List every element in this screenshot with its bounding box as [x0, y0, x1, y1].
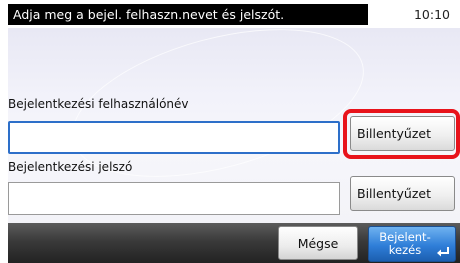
username-field[interactable]	[8, 121, 340, 154]
header-bar: Adja meg a bejel. felhaszn.nevet és jels…	[0, 0, 460, 28]
login-label-line2: kezés	[388, 243, 422, 257]
login-button[interactable]: Bejelent- kezés	[368, 226, 456, 262]
password-field[interactable]	[8, 182, 340, 215]
highlight-callout	[343, 109, 460, 159]
cancel-button[interactable]: Mégse	[278, 226, 358, 260]
password-label: Bejelentkezési jelszó	[8, 160, 133, 174]
username-label: Bejelentkezési felhasználónév	[8, 97, 189, 111]
clock: 10:10	[413, 7, 450, 22]
keyboard-button-password[interactable]: Billentyűzet	[350, 176, 455, 211]
screen-instruction: Adja meg a bejel. felhaszn.nevet és jels…	[8, 4, 368, 25]
background-decoration	[56, 28, 380, 205]
enter-icon	[437, 247, 449, 257]
